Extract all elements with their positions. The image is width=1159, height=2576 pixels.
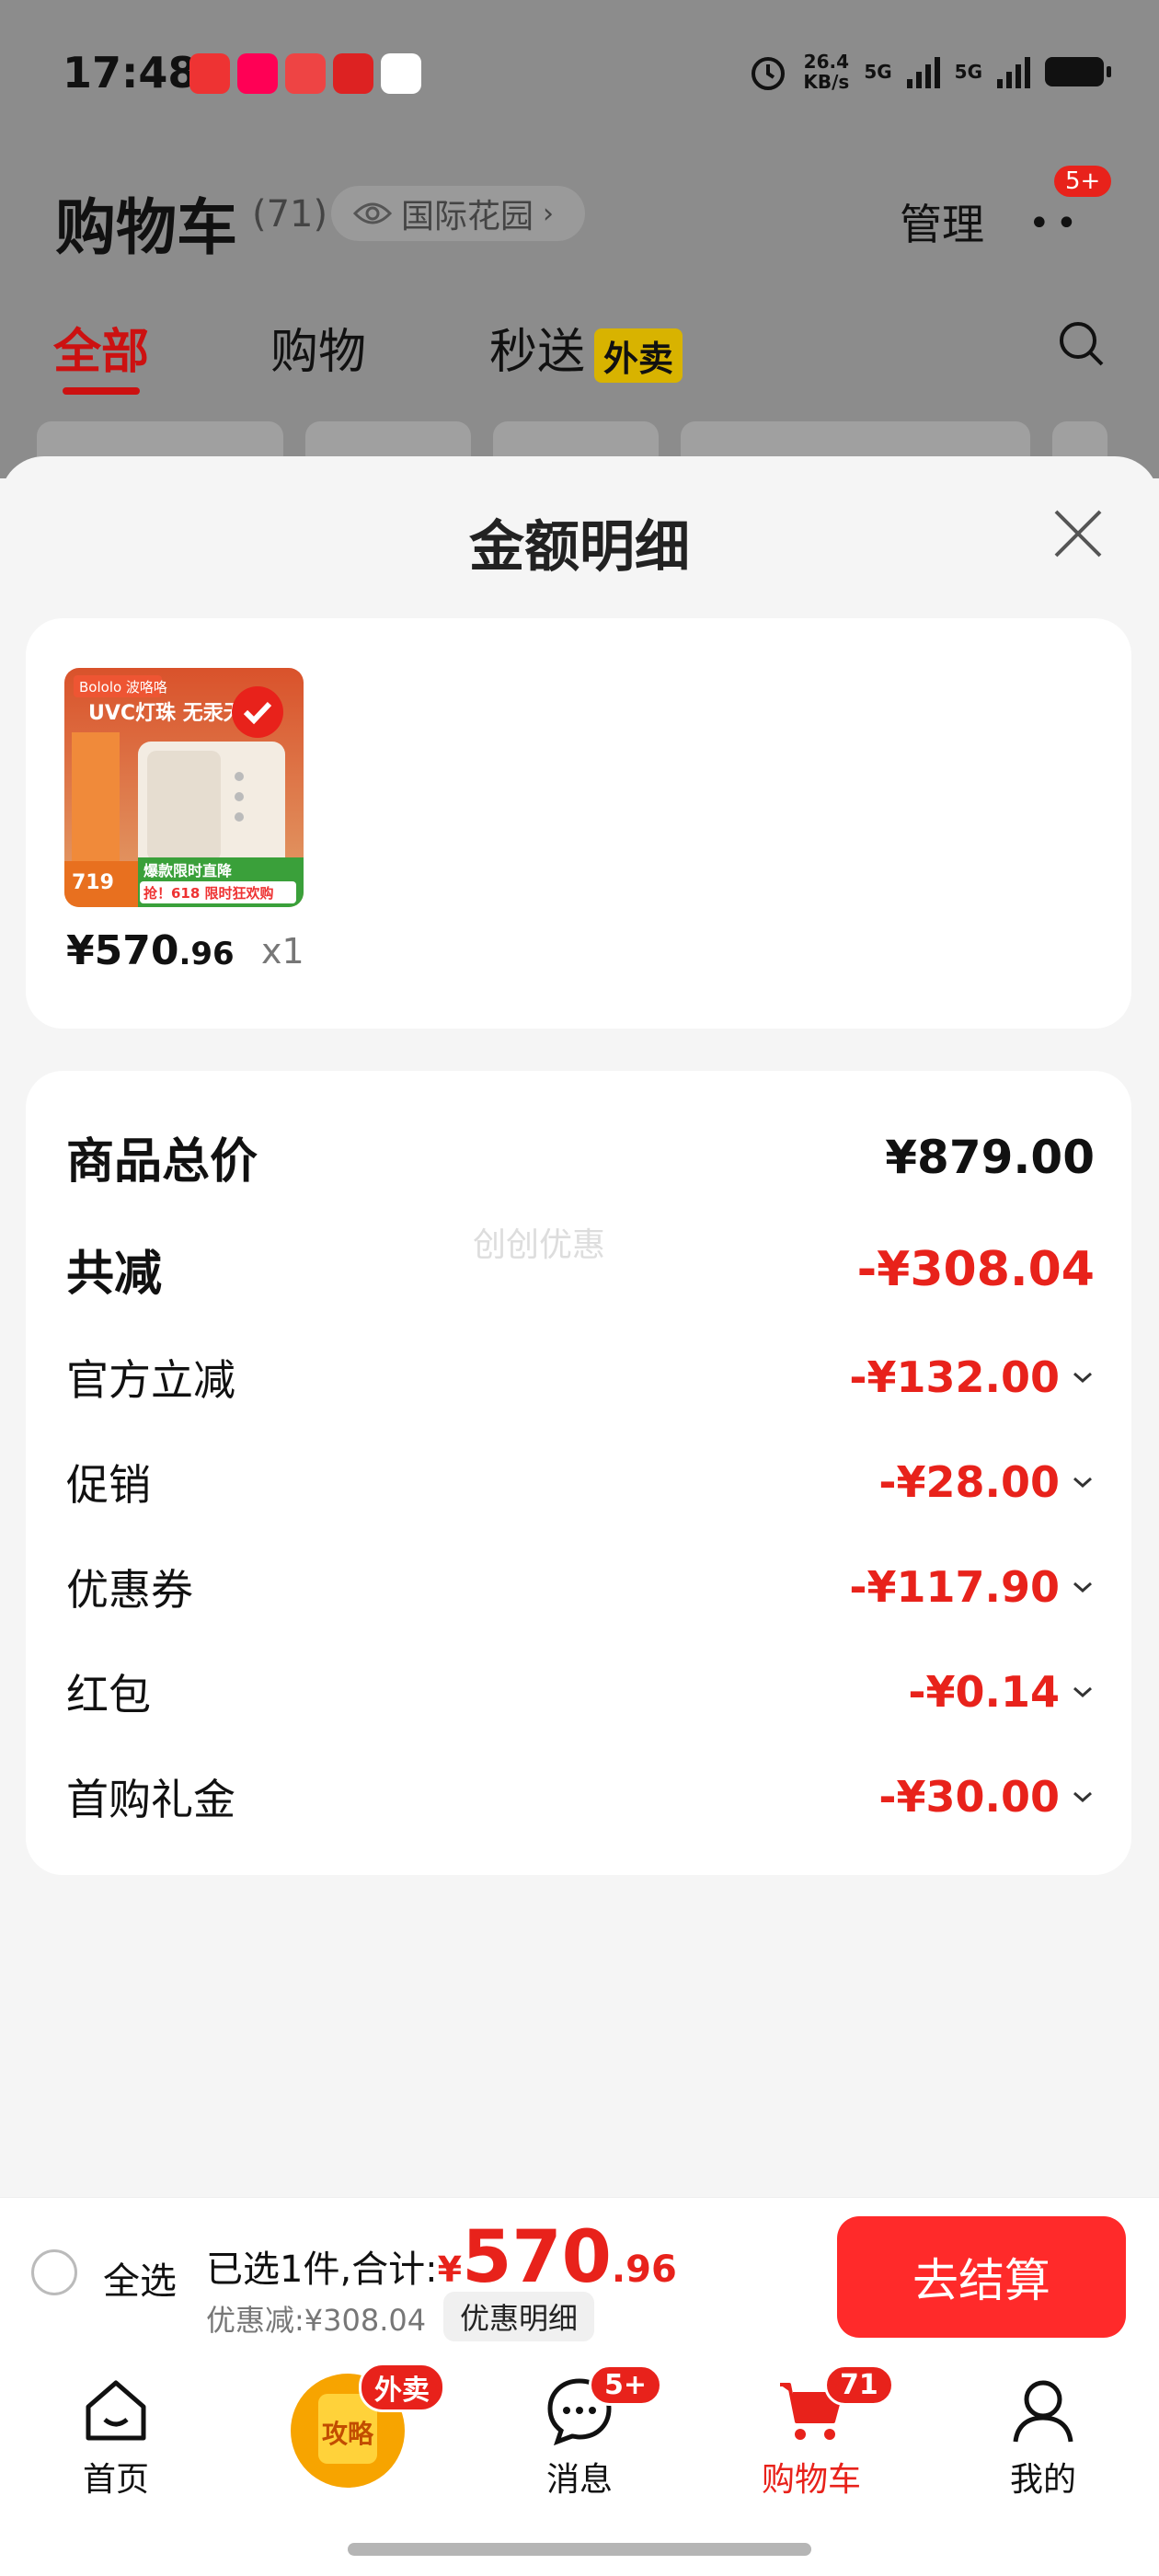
row-coupon[interactable]: 优惠券 -¥117.90 bbox=[66, 1557, 1095, 1617]
more-badge: 5+ bbox=[1054, 166, 1112, 197]
checkout-button[interactable]: 去结算 bbox=[837, 2216, 1126, 2338]
amount-breakdown: 创创优惠 商品总价 ¥879.00 共减 -¥308.04 官方立减 -¥132… bbox=[26, 1071, 1131, 1875]
cart-header: 购物车 (71) 国际花园 › 管理 •• 5+ bbox=[0, 166, 1159, 267]
signal-label: 5G bbox=[864, 61, 892, 83]
profile-icon bbox=[1013, 2380, 1073, 2443]
tab-fast-label: 秒送 bbox=[489, 325, 586, 380]
more-icon[interactable]: •• bbox=[1028, 202, 1083, 245]
nav-home[interactable]: 首页 bbox=[24, 2374, 208, 2501]
status-bar: 17:48 26.4 KB/s 5G 5G bbox=[0, 0, 1159, 147]
app-notification-icon bbox=[285, 53, 326, 94]
messages-badge: 5+ bbox=[589, 2364, 663, 2406]
status-app-icons bbox=[189, 53, 421, 94]
amount-detail-sheet: 金额明细 Bololo 波咯咯 UVC灯珠 无汞无 719 爆款限时直降 抢！6… bbox=[0, 456, 1159, 2200]
discount-detail-button[interactable]: 优惠明细 bbox=[443, 2292, 595, 2341]
app-notification-icon bbox=[333, 53, 373, 94]
home-indicator[interactable] bbox=[348, 2543, 811, 2556]
chevron-down-icon[interactable] bbox=[1071, 1683, 1095, 1701]
product-image-price: 719 bbox=[72, 871, 114, 894]
category-tabs: 全部 购物 秒送 外卖 bbox=[0, 313, 1159, 396]
product-price: ¥570.96 bbox=[66, 927, 235, 974]
signal-label: 5G bbox=[954, 61, 982, 83]
tab-fast-delivery[interactable]: 秒送 外卖 bbox=[489, 313, 683, 383]
signal-bars-icon bbox=[997, 55, 1030, 88]
checkout-bar: 全选 已选1件,合计:¥570.96 优惠减:¥308.04 优惠明细 去结算 bbox=[0, 2197, 1159, 2360]
row-red-packet[interactable]: 红包 -¥0.14 bbox=[66, 1662, 1095, 1722]
cart-count: (71) bbox=[252, 193, 328, 236]
cart-badge: 71 bbox=[824, 2364, 894, 2406]
address-label: 国际花园 bbox=[401, 198, 534, 236]
select-all-radio[interactable] bbox=[31, 2249, 77, 2295]
tab-all[interactable]: 全部 bbox=[53, 313, 149, 395]
page-title: 购物车 bbox=[55, 192, 237, 263]
manage-button[interactable]: 管理 bbox=[900, 191, 984, 252]
total-summary: 已选1件,合计:¥570.96 bbox=[206, 2216, 677, 2299]
home-icon bbox=[86, 2380, 146, 2441]
row-promotion[interactable]: 促销 -¥28.00 bbox=[66, 1452, 1095, 1512]
close-icon[interactable] bbox=[1050, 506, 1106, 561]
app-notification-icon bbox=[237, 53, 278, 94]
nav-profile[interactable]: 我的 bbox=[951, 2374, 1135, 2501]
address-selector[interactable]: 国际花园 › bbox=[331, 186, 586, 241]
tab-shopping[interactable]: 购物 bbox=[270, 313, 366, 382]
row-total-reduction: 共减 -¥308.04 bbox=[66, 1241, 1095, 1303]
product-image-promo1: 爆款限时直降 bbox=[143, 862, 233, 880]
promo-badge: 外卖 bbox=[359, 2363, 445, 2412]
discount-text: 优惠减:¥308.04 bbox=[206, 2303, 427, 2338]
sheet-title: 金额明细 bbox=[469, 515, 690, 580]
eye-icon bbox=[353, 202, 392, 224]
chevron-down-icon[interactable] bbox=[1071, 1788, 1095, 1806]
status-time: 17:48 bbox=[63, 48, 198, 98]
status-right: 26.4 KB/s 5G 5G bbox=[748, 51, 1111, 93]
product-card: Bololo 波咯咯 UVC灯珠 无汞无 719 爆款限时直降 抢！618 限时… bbox=[26, 618, 1131, 1029]
net-speed: 26.4 KB/s bbox=[803, 51, 850, 93]
app-notification-icon bbox=[381, 53, 421, 94]
row-first-purchase-gift[interactable]: 首购礼金 -¥30.00 bbox=[66, 1766, 1095, 1827]
alarm-icon bbox=[752, 57, 786, 90]
app-notification-icon bbox=[189, 53, 230, 94]
product-image[interactable]: Bololo 波咯咯 UVC灯珠 无汞无 719 爆款限时直降 抢！618 限时… bbox=[64, 668, 304, 907]
select-all-label[interactable]: 全选 bbox=[103, 2251, 177, 2305]
chevron-right-icon: › bbox=[543, 197, 555, 230]
product-quantity: x1 bbox=[261, 931, 304, 972]
dimmed-overlay[interactable]: 17:48 26.4 KB/s 5G 5G 购物车 (71) 国际花园 › 管理… bbox=[0, 0, 1159, 486]
search-icon[interactable] bbox=[1056, 318, 1107, 370]
row-goods-total: 商品总价 ¥879.00 bbox=[66, 1130, 1095, 1190]
chevron-down-icon[interactable] bbox=[1071, 1368, 1095, 1386]
signal-bars-icon bbox=[906, 55, 940, 88]
product-image-headline: UVC灯珠 无汞无 bbox=[88, 702, 244, 725]
product-image-brand: Bololo 波咯咯 bbox=[79, 679, 167, 696]
takeout-badge: 外卖 bbox=[594, 328, 683, 383]
row-official-discount[interactable]: 官方立减 -¥132.00 bbox=[66, 1347, 1095, 1408]
chevron-down-icon[interactable] bbox=[1071, 1578, 1095, 1596]
battery-icon bbox=[1045, 57, 1111, 86]
chevron-down-icon[interactable] bbox=[1071, 1473, 1095, 1491]
product-image-promo2: 抢！618 限时狂欢购 bbox=[143, 885, 274, 902]
